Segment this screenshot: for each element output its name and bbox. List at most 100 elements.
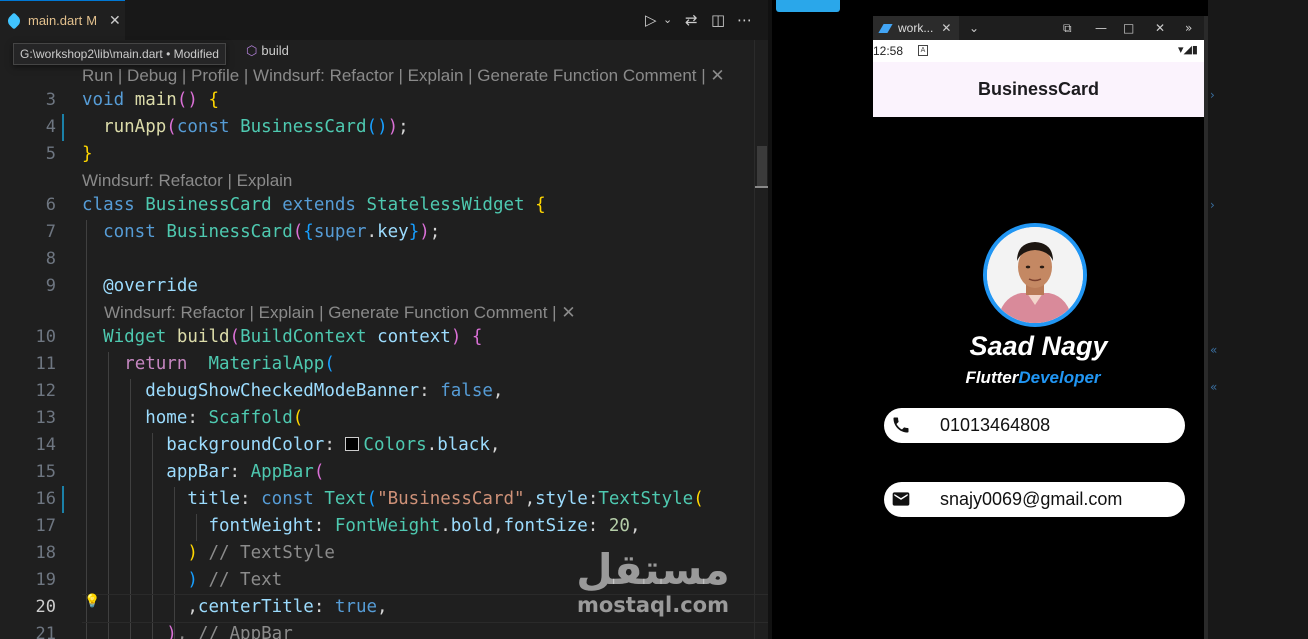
minimize-icon[interactable]: — — [1095, 20, 1107, 36]
maximize-icon[interactable]: □ — [1123, 20, 1134, 36]
close-icon[interactable]: ✕ — [941, 21, 951, 35]
line-number: 14 — [35, 435, 56, 455]
breadcrumb-label: build — [261, 43, 289, 58]
profile-photo — [987, 227, 1083, 323]
phone-status-bar: 12:58 A ▾◢▮ — [873, 40, 1204, 62]
chevron-down-icon[interactable]: ⌄ — [663, 12, 672, 28]
window-tab-button[interactable] — [776, 0, 840, 12]
file-path-tooltip: G:\workshop2\lib\main.dart • Modified — [13, 43, 226, 65]
code-line[interactable]: runApp(const BusinessCard()); — [82, 114, 409, 141]
codelens-class[interactable]: Windsurf: Refactor | Explain — [82, 170, 292, 192]
code-line[interactable]: Widget build(BuildContext context) { — [82, 324, 482, 351]
app-bar: BusinessCard — [873, 62, 1204, 117]
watermark-latin: mostaql.com — [577, 593, 729, 617]
code-line-current[interactable]: ,centerTitle: true, — [82, 594, 387, 621]
right-sidebar-strip: › › « « — [1208, 0, 1308, 639]
line-number: 11 — [35, 354, 56, 374]
code-line[interactable]: return MaterialApp( — [82, 351, 335, 378]
phone-card[interactable]: 01013464808 — [884, 408, 1185, 443]
close-tab-icon[interactable]: ✕ — [109, 13, 121, 29]
chevron-down-icon[interactable]: ⌄ — [969, 20, 979, 36]
notification-icon: A — [918, 45, 928, 56]
emulator-tab-label: work... — [898, 21, 934, 35]
codelens-main[interactable]: Run | Debug | Profile | Windsurf: Refact… — [82, 65, 725, 87]
line-number: 7 — [45, 222, 56, 242]
dart-file-icon — [5, 12, 23, 29]
code-line[interactable]: home: Scaffold( — [82, 405, 303, 432]
line-number: 10 — [35, 327, 56, 347]
tab-main-dart[interactable]: main.dart M ✕ — [0, 0, 125, 40]
marker-icon: « — [1210, 343, 1218, 357]
line-number: 9 — [45, 276, 56, 296]
code-line[interactable]: class BusinessCard extends StatelessWidg… — [82, 192, 546, 219]
line-number: 21 — [35, 624, 56, 639]
marker-icon: « — [1210, 380, 1218, 394]
status-time: 12:58 — [873, 44, 904, 58]
emulator-window[interactable]: work... ✕ ⌄ ⧉ — □ ✕ » 12:58 A ▾◢▮ Busine… — [873, 16, 1204, 639]
code-line[interactable]: @override — [82, 273, 198, 300]
close-window-icon[interactable]: ✕ — [1155, 20, 1165, 36]
code-line[interactable]: backgroundColor: Colors.black, — [82, 432, 500, 459]
codelens-build[interactable]: Windsurf: Refactor | Explain | Generate … — [104, 302, 576, 324]
line-number: 6 — [45, 195, 56, 215]
line-number: 18 — [35, 543, 56, 563]
code-line[interactable]: fontWeight: FontWeight.bold,fontSize: 20… — [82, 513, 640, 540]
line-number: 16 — [35, 489, 56, 509]
run-debug-icon[interactable]: ▷ — [645, 12, 657, 28]
code-line[interactable]: } — [82, 141, 93, 168]
code-line[interactable]: ) // Text — [82, 567, 282, 594]
phone-icon — [893, 417, 909, 433]
marker-icon: › — [1210, 198, 1215, 212]
breadcrumb-build[interactable]: ⬡ build — [246, 43, 289, 59]
change-marker — [62, 486, 64, 513]
person-name: Saad Nagy — [969, 331, 1108, 361]
emulator-tab[interactable]: work... ✕ — [873, 16, 959, 40]
marker-icon: › — [1210, 88, 1215, 102]
code-line[interactable]: void main() { — [82, 87, 219, 114]
system-status-icons: ▾◢▮ — [1177, 43, 1198, 56]
emulator-titlebar: work... ✕ ⌄ ⧉ — □ ✕ » — [873, 16, 1204, 40]
line-number: 5 — [45, 144, 56, 164]
editor-scrollbar[interactable] — [754, 40, 768, 639]
code-line[interactable]: title: const Text("BusinessCard",style:T… — [82, 486, 703, 513]
change-marker — [62, 114, 64, 141]
role-part-flutter: Flutter — [965, 368, 1019, 387]
flutter-icon — [878, 23, 893, 33]
code-line[interactable]: debugShowCheckedModeBanner: false, — [82, 378, 503, 405]
line-number: 19 — [35, 570, 56, 590]
person-role: FlutterDeveloper — [873, 367, 1193, 389]
more-actions-icon[interactable]: ⋯ — [737, 12, 752, 28]
app-bar-title: BusinessCard — [977, 79, 1100, 99]
line-number: 13 — [35, 408, 56, 428]
tab-modified-indicator: M — [86, 13, 98, 28]
tab-filename: main.dart — [28, 13, 83, 28]
restore-icon[interactable]: ⧉ — [1063, 20, 1072, 36]
code-line[interactable]: const BusinessCard({super.key}); — [82, 219, 440, 246]
watermark-arabic: مستقل — [576, 545, 730, 594]
color-swatch[interactable] — [345, 437, 360, 451]
editor-tab-bar: main.dart M ✕ ▷ ⌄ ⇄ ◫ ⋯ — [0, 0, 768, 40]
line-number: 3 — [45, 90, 56, 110]
expand-icon[interactable]: » — [1185, 20, 1192, 36]
scrollbar-thumb[interactable] — [757, 146, 767, 186]
line-number-current: 20 — [35, 597, 56, 617]
code-line[interactable]: ), // AppBar — [82, 621, 292, 639]
profile-avatar — [983, 223, 1087, 327]
line-number: 12 — [35, 381, 56, 401]
phone-number: 01013464808 — [940, 415, 1051, 435]
email-card[interactable]: snajy0069@gmail.com — [884, 482, 1185, 517]
email-icon — [892, 492, 910, 506]
split-editor-icon[interactable]: ◫ — [711, 12, 725, 28]
compare-changes-icon[interactable]: ⇄ — [685, 12, 698, 28]
scrollbar-position-mark — [755, 186, 768, 188]
code-line[interactable]: ) // TextStyle — [82, 540, 335, 567]
method-cube-icon: ⬡ — [246, 43, 258, 58]
mostaql-watermark: مستقل mostaql.com — [573, 545, 733, 618]
line-number: 17 — [35, 516, 56, 536]
line-number: 15 — [35, 462, 56, 482]
code-line[interactable]: appBar: AppBar( — [82, 459, 324, 486]
code-editor[interactable]: main.dart M ✕ ▷ ⌄ ⇄ ◫ ⋯ G:\workshop2\lib… — [0, 0, 768, 639]
role-part-developer: Developer — [1018, 368, 1101, 387]
line-number: 8 — [45, 249, 56, 269]
line-number: 4 — [45, 117, 56, 137]
